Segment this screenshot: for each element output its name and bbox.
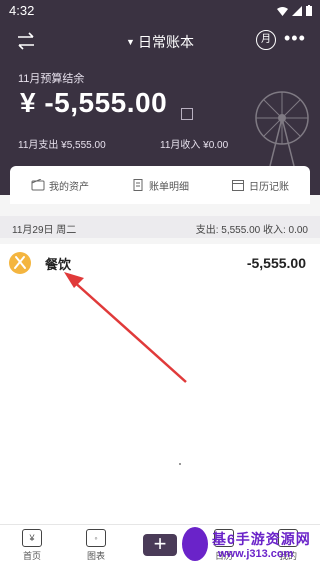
caret-down-icon: ▼ [126, 37, 135, 47]
wallet-icon [31, 179, 45, 191]
wifi-icon [277, 6, 288, 16]
nav-charts[interactable]: ◦ 图表 [76, 529, 116, 562]
list-item[interactable]: 餐饮 -5,555.00 [0, 244, 320, 284]
tab-calendar-label: 日历记账 [249, 181, 289, 193]
more-icon[interactable]: ••• [284, 28, 306, 49]
budget-amount: ¥ -5,555.00 [20, 87, 168, 118]
day-summary: 支出: 5,555.00 收入: 0.00 [195, 225, 308, 236]
ferris-wheel-decoration [255, 91, 309, 166]
entry-amount: -5,555.00 [246, 255, 306, 271]
tab-bills-label: 账单明细 [149, 181, 189, 193]
utensils-icon [9, 252, 31, 274]
tab-bills[interactable]: 账单明细 [110, 178, 210, 193]
edit-icon[interactable] [181, 108, 193, 120]
calendar-icon [232, 180, 244, 191]
day-date: 11月29日 周二 [12, 225, 77, 236]
tab-calendar[interactable]: 日历记账 [210, 178, 310, 193]
day-header: 11月29日 周二 支出: 5,555.00 收入: 0.00 [0, 216, 320, 238]
tab-assets[interactable]: 我的资产 [10, 178, 110, 193]
status-icons [277, 5, 312, 16]
watermark-url: www.j313.com [218, 548, 294, 560]
tab-assets-label: 我的资产 [49, 181, 89, 193]
entry-category: 餐饮 [45, 257, 72, 272]
bill-icon [133, 179, 143, 191]
status-time: 4:32 [9, 3, 35, 18]
signal-icon [292, 5, 302, 16]
nav-home-label: 首页 [22, 551, 41, 561]
app-bar: ▼ 日常账本 月 ••• [0, 28, 320, 56]
watermark-logo [182, 527, 208, 561]
nav-home[interactable]: ¥ 首页 [12, 529, 52, 562]
status-bar: 4:32 [0, 0, 320, 22]
monthly-expense: 11月支出 ¥5,555.00 [18, 140, 106, 151]
nav-charts-label: 图表 [86, 551, 105, 561]
watermark-title: 基6手游资源网 [212, 531, 311, 547]
ledger-title: 日常账本 [137, 34, 194, 50]
battery-icon [306, 5, 312, 16]
home-icon: ¥ [22, 529, 42, 547]
content-area [0, 284, 320, 524]
month-badge-icon[interactable]: 月 [256, 30, 276, 50]
budget-label: 11月预算结余 [18, 73, 85, 85]
chart-icon: ◦ [86, 529, 106, 547]
divider [179, 463, 181, 465]
monthly-income: 11月收入 ¥0.00 [160, 140, 229, 151]
tab-bar: 我的资产 账单明细 日历记账 [10, 166, 310, 204]
add-record-button[interactable]: + [143, 533, 177, 556]
